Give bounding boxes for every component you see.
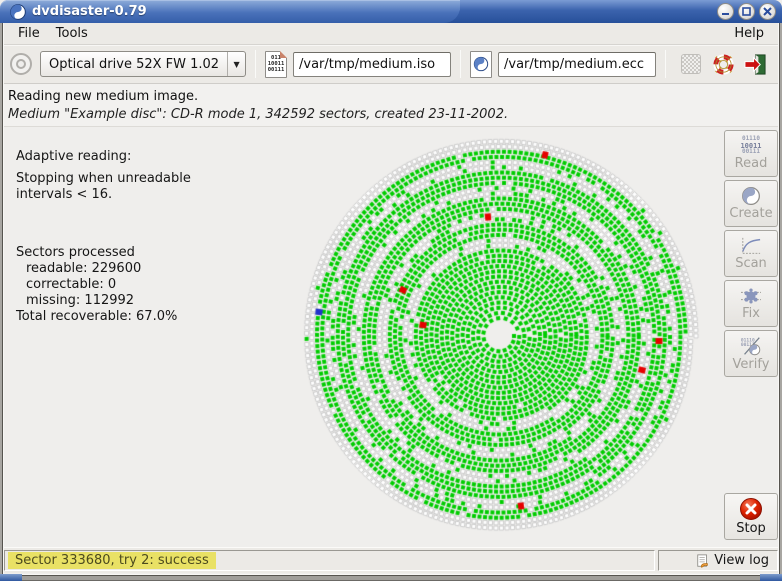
create-button: Create (724, 180, 778, 227)
stop-button-label: Stop (736, 522, 766, 536)
resize-grip-left[interactable] (0, 574, 22, 581)
stopping-line-2: intervals < 16. (16, 187, 191, 203)
scan-button-label: Scan (735, 257, 767, 271)
total-recoverable: Total recoverable: 67.0% (16, 309, 191, 325)
read-button: 01110 10011 00111 Read (724, 130, 778, 177)
stop-button[interactable]: Stop (724, 493, 778, 540)
fix-button-label: Fix (742, 307, 760, 321)
action-sidebar: 01110 10011 00111 Read Create (720, 127, 782, 547)
scan-curve-icon (740, 236, 762, 256)
adaptive-reading-heading: Adaptive reading: (16, 149, 191, 165)
content-area: Adaptive reading: Stopping when unreadab… (0, 127, 782, 547)
statusbar: Sector 333680, try 2: success View log (0, 547, 782, 573)
verify-compare-icon: 01110 00111 (739, 335, 763, 357)
help-button[interactable] (710, 51, 736, 77)
binary-line: 00111 (268, 67, 285, 73)
titlebar[interactable]: dvdisaster-0.79 (0, 0, 782, 23)
toolbar-separator (665, 50, 666, 78)
view-log-icon (696, 554, 710, 568)
status-line-2: Medium "Example disc": CD-R mode 1, 3425… (8, 106, 772, 124)
app-logo-yinyang-icon (10, 4, 26, 20)
reading-info-panel: Adaptive reading: Stopping when unreadab… (16, 149, 191, 325)
ecc-file-input[interactable] (498, 52, 656, 77)
minimize-icon[interactable] (717, 3, 734, 20)
verify-button-label: Verify (733, 358, 770, 372)
image-file-binary-icon: 011 10011 00111 (265, 51, 287, 78)
sectors-missing: missing: 112992 (16, 293, 191, 309)
status-line-1: Reading new medium image. (8, 88, 772, 106)
status-message-panel: Reading new medium image. Medium "Exampl… (0, 84, 782, 127)
ecc-file-yinyang-icon (470, 51, 492, 78)
preferences-button-disabled (678, 51, 704, 77)
resize-grip-right[interactable] (760, 574, 782, 581)
toolbar-separator (460, 50, 461, 78)
menubar: File Tools Help (0, 23, 782, 45)
life-ring-icon (712, 53, 735, 76)
stopping-line-1: Stopping when unreadable (16, 171, 191, 187)
yinyang-create-icon (741, 186, 761, 206)
sectors-readable: readable: 229600 (16, 261, 191, 277)
maximize-icon[interactable] (738, 3, 755, 20)
view-log-button[interactable]: View log (658, 550, 778, 571)
toolbar: Optical drive 52X FW 1.02 ▼ 011 10011 00… (0, 45, 782, 84)
page-fold (280, 51, 287, 58)
application-window: dvdisaster-0.79 File Tools Help Optical … (0, 0, 782, 581)
optical-drive-icon (10, 53, 32, 75)
menu-tools[interactable]: Tools (48, 24, 96, 43)
fix-patch-icon (740, 286, 762, 306)
stop-icon (739, 497, 763, 521)
create-button-label: Create (729, 207, 772, 221)
window-border-bottom[interactable] (0, 574, 782, 581)
view-log-label: View log (714, 553, 769, 568)
window-border-right[interactable] (778, 23, 782, 581)
menu-help[interactable]: Help (726, 24, 772, 43)
window-title: dvdisaster-0.79 (32, 4, 147, 19)
drive-selector-value: Optical drive 52X FW 1.02 (41, 57, 227, 72)
sectors-heading: Sectors processed (16, 245, 191, 261)
main-area: Adaptive reading: Stopping when unreadab… (0, 127, 720, 547)
verify-button: 01110 00111 Verify (724, 330, 778, 377)
scan-button: Scan (724, 230, 778, 277)
disabled-checkerboard-icon (681, 54, 701, 74)
menu-file[interactable]: File (10, 24, 48, 43)
sector-status-message: Sector 333680, try 2: success (8, 552, 216, 569)
toolbar-separator (255, 50, 256, 78)
statusbar-message-panel: Sector 333680, try 2: success (4, 550, 655, 571)
window-border-left[interactable] (0, 23, 4, 581)
drive-selector[interactable]: Optical drive 52X FW 1.02 ▼ (40, 51, 246, 77)
chevron-down-icon[interactable]: ▼ (227, 52, 245, 76)
sectors-correctable: correctable: 0 (16, 277, 191, 293)
close-icon[interactable] (759, 3, 776, 20)
quit-button[interactable] (742, 51, 768, 77)
image-file-input[interactable] (293, 52, 451, 77)
fix-button: Fix (724, 280, 778, 327)
read-button-label: Read (735, 157, 768, 171)
binary-read-icon: 01110 10011 00111 (740, 136, 761, 156)
quit-door-icon (744, 53, 767, 76)
